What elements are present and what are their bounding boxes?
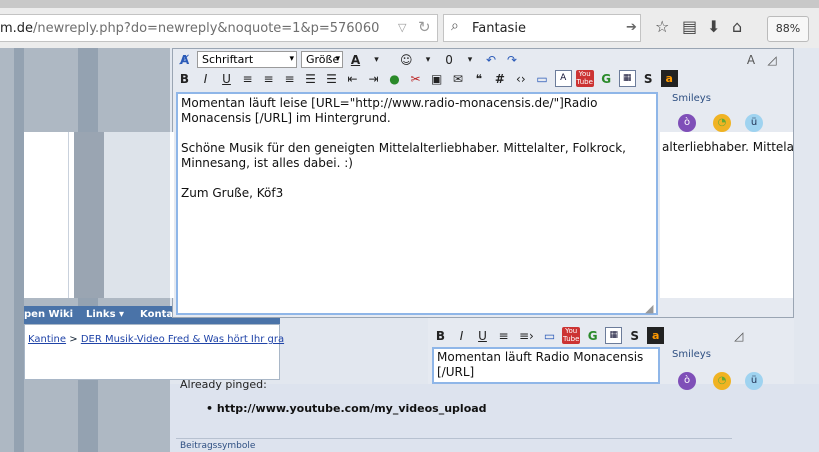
breadcrumb: Kantine > DER Musik-Video Fred & Was hör… — [28, 334, 284, 345]
image-icon[interactable]: ▣ — [428, 70, 445, 87]
italic-button[interactable]: I — [197, 70, 214, 87]
bookmark-star-icon[interactable]: ☆ — [655, 17, 669, 36]
chevron-down-icon[interactable]: ▾ — [368, 51, 385, 68]
code-icon[interactable]: # — [491, 70, 508, 87]
amazon-icon[interactable]: a — [660, 69, 678, 87]
google-icon[interactable]: G — [584, 327, 601, 344]
editor-toolbar-row-1: A̸ Schriftart Größe A ▾ ☺ ▾ 0 ▾ ↶ ↷ A ◿ — [176, 49, 781, 69]
attachment-icon[interactable]: 0 — [441, 51, 458, 68]
google-icon[interactable]: G — [598, 70, 615, 87]
download-icon[interactable]: ⬇ — [707, 17, 720, 36]
link-icon[interactable]: ● — [386, 70, 403, 87]
divider — [176, 438, 732, 439]
resize-icon[interactable]: ◿ — [764, 51, 781, 68]
chevron-down-icon[interactable]: ▾ — [420, 51, 437, 68]
reload-icon[interactable]: ↻ — [418, 18, 431, 36]
search-icon: ⌕ — [451, 18, 459, 34]
chevron-down-icon[interactable]: ▾ — [462, 51, 479, 68]
undo-icon[interactable]: ↶ — [483, 51, 500, 68]
secondary-editor-toolbar: B I U ≡ ≡› ▭ You Tube G ▦ S a ◿ — [432, 325, 747, 345]
resize-grip-icon[interactable]: ◢ — [645, 302, 653, 315]
left-stripe — [14, 48, 24, 452]
smiley-icon[interactable]: ü — [745, 114, 763, 132]
overlay-stripe — [74, 132, 104, 298]
breadcrumb-box — [24, 324, 280, 380]
smiley-icon[interactable]: ◔ — [713, 372, 731, 390]
smiley-picker-icon[interactable]: ☺ — [397, 51, 416, 68]
unlink-icon[interactable]: ✂ — [407, 70, 424, 87]
outdent-button[interactable]: ⇤ — [344, 70, 361, 87]
bold-button[interactable]: B — [432, 327, 449, 344]
font-icon[interactable]: A — [554, 69, 572, 87]
underline-button[interactable]: U — [474, 327, 491, 344]
url-domain: m.de — [0, 21, 34, 36]
lower-section — [170, 384, 819, 452]
indent-button[interactable]: ⇥ — [365, 70, 382, 87]
remove-format-icon[interactable]: A̸ — [176, 51, 193, 68]
font-select[interactable]: Schriftart — [197, 50, 297, 68]
amazon-icon[interactable]: a — [647, 326, 665, 344]
search-value[interactable]: Fantasie — [472, 21, 526, 36]
smiley-icon[interactable]: ◔ — [713, 114, 731, 132]
indent-button[interactable]: ≡› — [516, 327, 537, 344]
smiley-icon[interactable]: ò — [678, 372, 696, 390]
breadcrumb-item-kantine[interactable]: Kantine — [28, 334, 66, 345]
align-right-button[interactable]: ≡ — [281, 70, 298, 87]
email-icon[interactable]: ✉ — [449, 70, 466, 87]
youtube-icon[interactable]: You Tube — [562, 326, 581, 344]
search-go-icon[interactable]: ➔ — [626, 20, 637, 35]
smiley-icon[interactable]: ü — [745, 372, 763, 390]
reading-list-icon[interactable]: ▤ — [682, 17, 697, 36]
url-path: /newreply.php?do=newreply&noquote=1&p=57… — [33, 21, 380, 36]
breadcrumb-separator: > — [69, 334, 78, 345]
overlay-stripe — [28, 132, 69, 298]
php-button[interactable]: ▭ — [533, 70, 550, 87]
zoom-button[interactable]: 88% — [767, 16, 809, 42]
numbered-list-button[interactable]: ☰ — [302, 70, 319, 87]
youtube-icon[interactable]: You Tube — [575, 69, 594, 87]
table-icon[interactable]: ▦ — [618, 69, 636, 87]
nav-wiki[interactable]: pen Wiki — [24, 309, 73, 320]
php-button[interactable]: ▭ — [541, 327, 558, 344]
pinged-link-text: http://www.youtube.com/my_videos_upload — [216, 402, 487, 415]
table-icon[interactable]: ▦ — [605, 326, 623, 344]
text-color-button[interactable]: A — [347, 51, 364, 68]
breadcrumb-item-thread[interactable]: DER Musik-Video Fred & Was hört Ihr gra — [81, 334, 284, 345]
italic-button[interactable]: I — [453, 327, 470, 344]
bold-button[interactable]: B — [176, 70, 193, 87]
quote-icon[interactable]: ❝ — [470, 70, 487, 87]
size-select[interactable]: Größe — [301, 50, 343, 68]
html-icon[interactable]: ‹› — [512, 70, 529, 87]
editor-toolbar-row-2: B I U ≡ ≡ ≡ ☰ ☰ ⇤ ⇥ ● ✂ ▣ ✉ ❝ # ‹› ▭ A Y… — [176, 68, 678, 88]
smiley-icon[interactable]: ò — [678, 114, 696, 132]
url-text[interactable]: m.de/newreply.php?do=newreply&noquote=1&… — [0, 21, 379, 36]
align-left-button[interactable]: ≡ — [495, 327, 512, 344]
secondary-message-textarea[interactable]: Momentan läuft Radio Monacensis [/URL] — [432, 347, 660, 384]
redo-icon[interactable]: ↷ — [504, 51, 521, 68]
pinged-link[interactable]: • http://www.youtube.com/my_videos_uploa… — [206, 402, 487, 415]
align-left-button[interactable]: ≡ — [239, 70, 256, 87]
smileys-title: Smileys — [672, 349, 711, 360]
strike-icon[interactable]: S — [640, 70, 657, 87]
smileys-title: Smileys — [672, 93, 711, 104]
bullet-list-button[interactable]: ☰ — [323, 70, 340, 87]
nav-links[interactable]: Links ▾ — [86, 309, 124, 320]
message-textarea-visible[interactable]: Momentan läuft leise [URL="http://www.ra… — [176, 92, 658, 315]
overlay-inner — [104, 132, 170, 298]
underline-button[interactable]: U — [218, 70, 235, 87]
url-dropdown-icon[interactable]: ▽ — [398, 21, 406, 34]
home-icon[interactable]: ⌂ — [732, 17, 742, 36]
post-icons-title: Beitragssymbole — [180, 441, 256, 451]
shrink-icon[interactable]: A — [743, 51, 760, 68]
align-center-button[interactable]: ≡ — [260, 70, 277, 87]
strike-icon[interactable]: S — [626, 327, 643, 344]
resize-icon[interactable]: ◿ — [730, 327, 747, 344]
overlay-text: alterliebhaber. Mittela — [662, 140, 794, 154]
